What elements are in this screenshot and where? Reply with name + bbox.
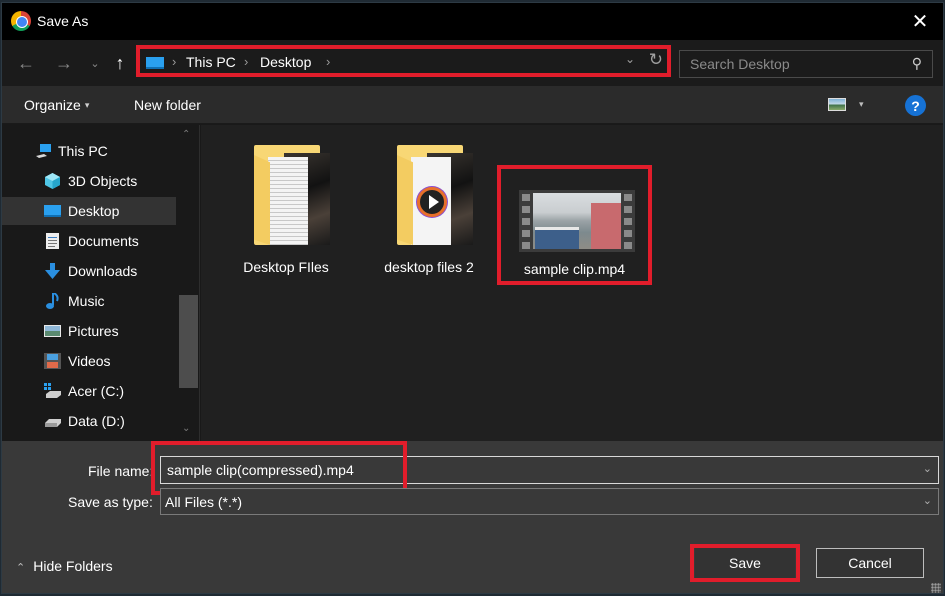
file-name-label: File name: (88, 463, 154, 479)
file-list: Desktop FIles desktop files 2 sample cli… (201, 125, 943, 441)
search-icon[interactable]: ⚲ (912, 55, 922, 72)
sidebar-item-label: Pictures (68, 323, 119, 339)
sidebar-item-label: Videos (68, 353, 111, 369)
sidebar-item-label: Acer (C:) (68, 383, 124, 399)
recent-locations-button[interactable]: ⌄ (87, 50, 103, 76)
scrollbar-thumb[interactable] (179, 295, 198, 388)
chrome-app-icon (11, 11, 31, 31)
sidebar-item-desktop[interactable]: Desktop (2, 197, 176, 225)
sidebar-item-documents[interactable]: Documents (2, 227, 176, 255)
forward-button[interactable]: → (52, 50, 76, 76)
file-item-folder[interactable]: desktop files 2 (374, 125, 484, 275)
save-as-dialog: Save As ✕ ← → ⌄ ↑ › This PC › Desktop › … (1, 2, 944, 594)
resize-grip-icon[interactable] (931, 583, 941, 593)
chevron-down-icon: ⌄ (90, 57, 100, 70)
view-options-caret-icon[interactable]: ▾ (859, 99, 864, 110)
sidebar-item-acer-c[interactable]: Acer (C:) (2, 377, 176, 405)
file-name: desktop files 2 (384, 259, 474, 275)
sidebar-item-label: This PC (58, 143, 108, 159)
sidebar-item-label: Downloads (68, 263, 138, 279)
organize-menu-button[interactable]: Organize ▾ (24, 97, 89, 113)
file-name-highlight (151, 441, 407, 495)
folder-documents-icon (254, 145, 332, 249)
save-as-type-select[interactable]: All Files (*.*) ⌄ (160, 488, 939, 515)
chevron-up-icon: ⌃ (16, 562, 26, 574)
help-icon[interactable]: ? (905, 95, 926, 116)
close-icon: ✕ (911, 11, 929, 33)
chevron-right-icon: › (244, 54, 249, 69)
download-arrow-icon (45, 263, 60, 279)
organize-label: Organize (24, 97, 81, 113)
scroll-up-icon[interactable]: ⌃ (182, 129, 190, 140)
address-dropdown-icon[interactable]: ⌄ (625, 52, 635, 66)
document-icon (46, 233, 59, 249)
sidebar-item-videos[interactable]: Videos (2, 347, 176, 375)
video-thumbnail-icon (519, 190, 635, 252)
cube-icon (45, 173, 60, 189)
chevron-right-icon: › (172, 54, 177, 69)
breadcrumb-this-pc[interactable]: This PC (186, 54, 236, 70)
back-button[interactable]: ← (14, 50, 38, 76)
sidebar-item-label: Music (68, 293, 105, 309)
close-button[interactable]: ✕ (897, 3, 943, 40)
save-as-type-value: All Files (*.*) (165, 494, 243, 510)
new-folder-button[interactable]: New folder (134, 97, 201, 113)
arrow-up-icon: ↑ (115, 52, 125, 73)
sidebar-item-data-d[interactable]: Data (D:) (2, 407, 176, 435)
this-pc-icon (146, 57, 164, 69)
file-item-folder[interactable]: Desktop FIles (231, 125, 341, 275)
hide-folders-button[interactable]: ⌃ Hide Folders (16, 558, 113, 574)
folder-video-icon (397, 145, 475, 249)
hide-folders-label: Hide Folders (33, 558, 113, 574)
sidebar-item-music[interactable]: Music (2, 287, 176, 315)
sidebar-item-label: Desktop (68, 203, 120, 219)
sidebar-item-3d-objects[interactable]: 3D Objects (2, 167, 176, 195)
save-options-panel: File name: ⌄ Save as type: All Files (*.… (2, 441, 943, 593)
window-title: Save As (37, 13, 89, 29)
arrow-left-icon: ← (17, 52, 35, 73)
file-name: sample clip.mp4 (523, 261, 626, 277)
search-input[interactable] (680, 51, 900, 77)
sidebar-item-downloads[interactable]: Downloads (2, 257, 176, 285)
sidebar-item-label: Data (D:) (68, 413, 125, 429)
caret-down-icon: ▾ (84, 100, 90, 110)
save-button-highlight (690, 544, 800, 582)
film-icon (44, 353, 61, 369)
chevron-right-icon[interactable]: › (326, 54, 330, 69)
save-as-type-label: Save as type: (68, 494, 153, 510)
scroll-down-icon[interactable]: ⌄ (182, 423, 190, 434)
chevron-down-icon: ⌄ (922, 495, 932, 507)
up-button[interactable]: ↑ (110, 50, 130, 76)
windows-drive-icon (44, 383, 61, 398)
navigation-pane: ⌃ This PC 3D Objects Desktop Documents D… (2, 125, 200, 441)
drive-icon (45, 419, 61, 427)
computer-icon (36, 144, 51, 158)
title-bar: Save As ✕ (2, 3, 943, 40)
music-note-icon (46, 293, 59, 309)
address-bar[interactable]: › This PC › Desktop › ⌄ ↻ (136, 45, 671, 77)
cancel-button[interactable]: Cancel (816, 548, 924, 578)
change-view-icon[interactable] (828, 98, 846, 111)
breadcrumb-desktop[interactable]: Desktop (260, 54, 311, 70)
search-box[interactable]: ⚲ (679, 50, 933, 78)
picture-icon (44, 325, 61, 337)
command-bar: Organize ▾ New folder ▾ ? (2, 86, 943, 124)
sidebar-item-label: 3D Objects (68, 173, 138, 189)
sidebar-item-this-pc[interactable]: This PC (2, 137, 176, 165)
arrow-right-icon: → (55, 52, 73, 73)
sidebar-item-label: Documents (68, 233, 139, 249)
desktop-icon (44, 205, 61, 217)
file-name: Desktop FIles (243, 259, 329, 275)
file-item-video[interactable]: sample clip.mp4 (497, 165, 652, 285)
chevron-down-icon[interactable]: ⌄ (923, 462, 932, 475)
navigation-bar: ← → ⌄ ↑ › This PC › Desktop › ⌄ ↻ ⚲ (2, 40, 943, 86)
refresh-icon[interactable]: ↻ (649, 50, 663, 70)
sidebar-item-pictures[interactable]: Pictures (2, 317, 176, 345)
